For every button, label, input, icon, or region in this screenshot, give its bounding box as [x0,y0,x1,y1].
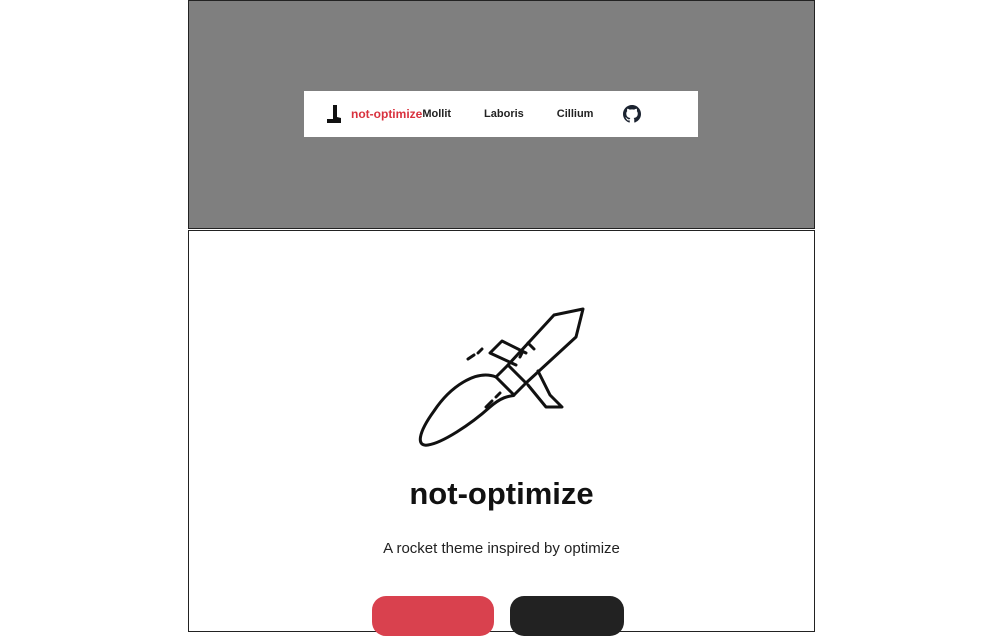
secondary-button[interactable] [510,596,624,636]
navbar-preview-panel: not-optimize Mollit Laboris Cillium [188,0,815,229]
brand-link[interactable]: not-optimize [326,104,422,124]
nav-link-laboris[interactable]: Laboris [484,108,524,120]
navbar: not-optimize Mollit Laboris Cillium [304,91,698,137]
rocket-icon [418,307,585,447]
brand-name: not-optimize [351,107,423,121]
hero-subtitle: A rocket theme inspired by optimize [383,540,620,557]
hero-title: not-optimize [409,476,594,511]
boot-logo-icon [327,105,341,123]
nav-link-cillium[interactable]: Cillium [557,108,594,120]
nav-link-mollit[interactable]: Mollit [422,108,451,120]
primary-button[interactable] [372,596,494,636]
github-icon[interactable] [623,105,642,123]
hero-preview-panel: not-optimize A rocket theme inspired by … [188,230,815,636]
